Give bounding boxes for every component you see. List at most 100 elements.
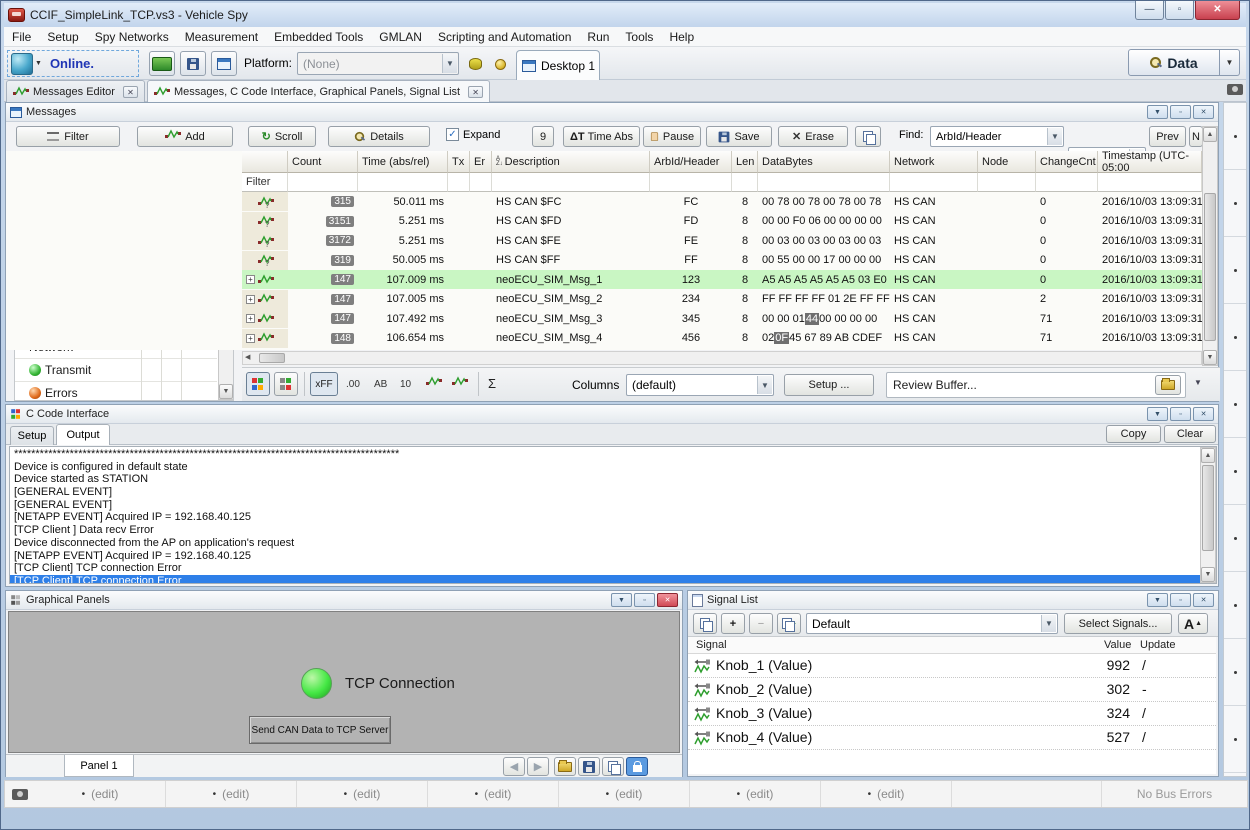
filter-cell-tx[interactable]	[448, 173, 470, 192]
desktop-tab[interactable]: Desktop 1	[516, 50, 600, 80]
cell-network[interactable]: HS CAN	[890, 212, 978, 231]
signal-preset-select[interactable]: Default ▼	[806, 613, 1058, 634]
table-scroll-up-icon[interactable]: ▲	[1203, 127, 1217, 142]
cell-tx[interactable]	[448, 231, 470, 250]
console-line[interactable]: [TCP Client] TCP connection Error	[10, 562, 1216, 575]
cell-desc[interactable]: neoECU_SIM_Msg_4	[492, 329, 650, 348]
signal-export-button[interactable]: ▶	[777, 613, 801, 634]
cell-arbid[interactable]: 456	[650, 329, 732, 348]
row-expand-icon[interactable]: +	[246, 314, 255, 323]
cell-er[interactable]	[470, 290, 492, 309]
status-edit-segment[interactable]: •(edit)	[690, 781, 821, 807]
cell-len[interactable]: 8	[732, 329, 758, 348]
cell-er[interactable]	[470, 192, 492, 211]
column-header-arbid[interactable]: ArbId/Header	[650, 151, 732, 173]
panel-lock-button[interactable]	[626, 757, 648, 776]
console-line[interactable]: Device started as STATION	[10, 473, 1216, 486]
cell-changecnt[interactable]: 71	[1036, 309, 1098, 328]
cell-tx[interactable]	[448, 329, 470, 348]
status-edit-segment[interactable]: •(edit)	[559, 781, 690, 807]
cell-changecnt[interactable]: 2	[1036, 290, 1098, 309]
cell-network[interactable]: HS CAN	[890, 270, 978, 289]
tree-cell[interactable]	[181, 382, 201, 401]
review-buffer-open-button[interactable]	[1155, 375, 1181, 395]
logger-button[interactable]	[211, 51, 237, 76]
cell-changecnt[interactable]: 0	[1036, 270, 1098, 289]
add-button[interactable]: Add	[137, 126, 233, 147]
cell-node[interactable]	[978, 251, 1036, 270]
messages-restore-button[interactable]: ▫	[1170, 105, 1191, 119]
status-edit-segment[interactable]: •(edit)	[166, 781, 297, 807]
filter-cell-changecnt[interactable]	[1036, 173, 1098, 192]
console-line[interactable]: Device disconnected from the AP on appli…	[10, 537, 1216, 550]
status-edit-segment[interactable]: •(edit)	[821, 781, 952, 807]
column-header-desc[interactable]: AZ↓Description	[492, 151, 650, 173]
row-expand-icon[interactable]: +	[246, 295, 255, 304]
database-button[interactable]	[463, 53, 487, 75]
dock-strip-segment[interactable]	[1224, 572, 1246, 639]
footer-dropdown-icon[interactable]: ▼	[1194, 378, 1202, 387]
gpanel-close-button[interactable]: ✕	[657, 593, 678, 607]
signal-row[interactable]: Knob_2 (Value)302-	[688, 678, 1216, 702]
table-scroll-thumb[interactable]	[1204, 193, 1216, 341]
column-header-network[interactable]: Network	[890, 151, 978, 173]
column-header-len[interactable]: Len	[732, 151, 758, 173]
c-code-console[interactable]: ****************************************…	[9, 446, 1217, 584]
dock-strip-segment[interactable]	[1224, 639, 1246, 706]
online-icon[interactable]	[11, 53, 33, 75]
console-line[interactable]: [NETAPP EVENT] Acquired IP = 192.168.40.…	[10, 511, 1216, 524]
cell-count[interactable]: 315	[288, 192, 358, 211]
document-tab-2[interactable]: Messages, C Code Interface, Graphical Pa…	[147, 80, 490, 102]
cell-arbid[interactable]: FC	[650, 192, 732, 211]
cell-len[interactable]: 8	[732, 251, 758, 270]
expand-checkbox-group[interactable]: ✓ Expand	[446, 128, 500, 141]
cell-count[interactable]: 148	[288, 329, 358, 348]
cell-network[interactable]: HS CAN	[890, 329, 978, 348]
panel-back-button[interactable]: ◀	[503, 757, 525, 776]
details-button[interactable]: Details	[328, 126, 430, 147]
cell-arbid[interactable]: FE	[650, 231, 732, 250]
copy-window-button[interactable]	[855, 126, 881, 147]
tree-scroll-down-icon[interactable]: ▼	[219, 384, 233, 399]
cell-timestamp[interactable]: 2016/10/03 13:09:31:3	[1098, 290, 1202, 309]
dock-strip-segment[interactable]	[1224, 103, 1246, 170]
cell-time[interactable]: 106.654 ms	[358, 329, 448, 348]
sigma-button[interactable]: Σ	[488, 376, 496, 391]
next-button[interactable]: N	[1189, 126, 1203, 147]
panel-copy-button[interactable]	[602, 757, 624, 776]
menu-embedded-tools[interactable]: Embedded Tools	[266, 30, 371, 44]
cell-time[interactable]: 5.251 ms	[358, 231, 448, 250]
cell-icons[interactable]: +	[242, 329, 288, 348]
cell-desc[interactable]: HS CAN $FF	[492, 251, 650, 270]
cell-timestamp[interactable]: 2016/10/03 13:09:31:4	[1098, 251, 1202, 270]
console-line[interactable]: [GENERAL EVENT]	[10, 486, 1216, 499]
cell-count[interactable]: 3151	[288, 212, 358, 231]
gpanel-minimize-button[interactable]: ▼	[611, 593, 632, 607]
table-hscroll-thumb[interactable]	[259, 353, 285, 363]
cell-arbid[interactable]: FF	[650, 251, 732, 270]
online-status[interactable]: Online.	[50, 56, 94, 71]
cell-er[interactable]	[470, 231, 492, 250]
save-setup-button[interactable]	[180, 51, 206, 76]
filter-cell-bytes[interactable]	[758, 173, 890, 192]
cell-len[interactable]: 8	[732, 290, 758, 309]
columns-setup-button[interactable]: Setup ...	[784, 374, 874, 396]
column-header-icons[interactable]	[242, 151, 288, 173]
tree-cell[interactable]	[161, 382, 181, 401]
dock-strip-segment[interactable]	[1224, 438, 1246, 505]
filter-cell-timestamp[interactable]	[1098, 173, 1202, 192]
menu-gmlan[interactable]: GMLAN	[371, 30, 430, 44]
c-code-close-button[interactable]: ✕	[1193, 407, 1214, 421]
column-header-time[interactable]: Time (abs/rel)	[358, 151, 448, 173]
hardware-button[interactable]	[149, 51, 175, 76]
nine-button[interactable]: 9	[532, 126, 554, 147]
cell-icons[interactable]: ?	[242, 251, 288, 270]
cell-icons[interactable]: ?	[242, 212, 288, 231]
close-button[interactable]: ✕	[1195, 1, 1240, 20]
tree-cell[interactable]	[141, 359, 161, 382]
cell-tx[interactable]	[448, 290, 470, 309]
signal-rows-button[interactable]	[426, 375, 442, 393]
cell-bytes[interactable]: 00 55 00 00 17 00 00 00	[758, 251, 890, 270]
console-line[interactable]: [TCP Client ] Data recv Error	[10, 524, 1216, 537]
cell-arbid[interactable]: 123	[650, 270, 732, 289]
